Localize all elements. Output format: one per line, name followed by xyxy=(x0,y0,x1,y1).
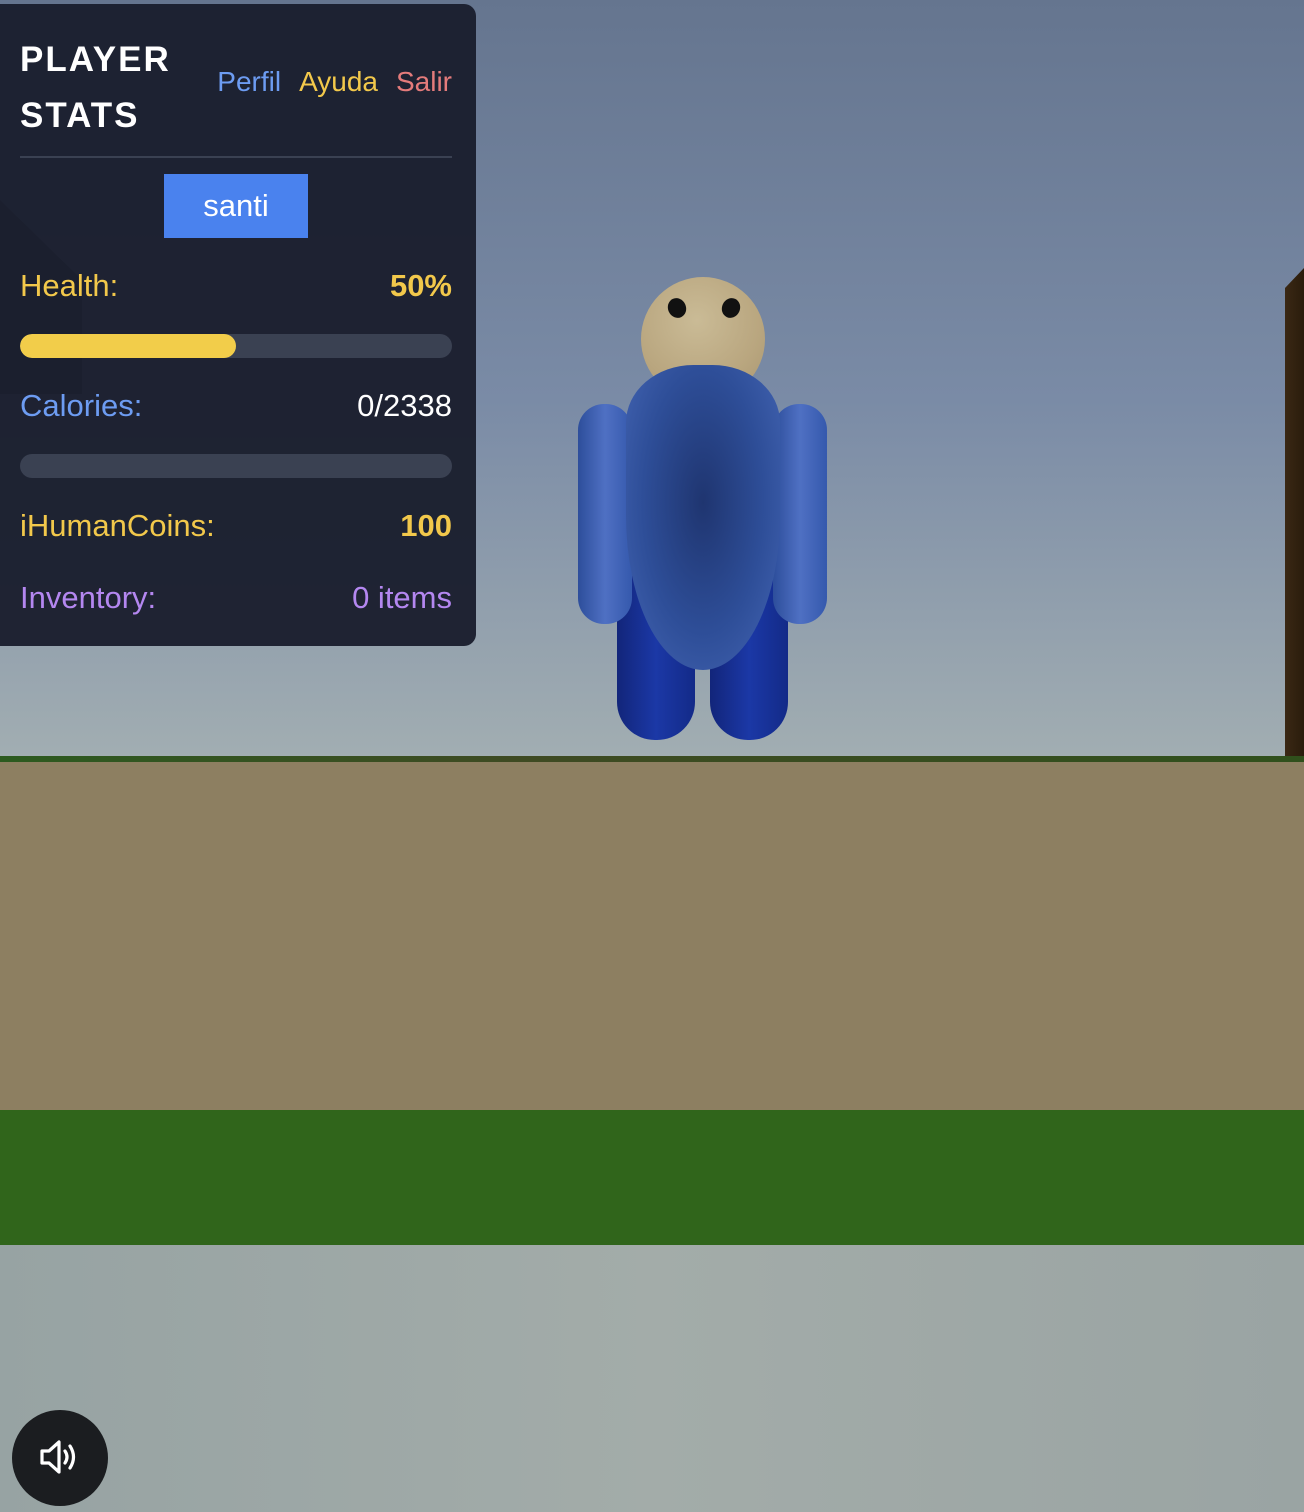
health-bar-fill xyxy=(20,334,236,358)
sound-toggle-button[interactable] xyxy=(12,1410,108,1506)
health-label: Health: xyxy=(20,268,119,303)
coins-row: iHumanCoins: 100 xyxy=(20,506,452,546)
calories-label: Calories: xyxy=(20,388,143,423)
panel-divider xyxy=(20,156,452,158)
health-value: 50% xyxy=(389,268,452,303)
character-torso xyxy=(626,365,780,670)
character-left-arm xyxy=(578,404,632,624)
inventory-label: Inventory: xyxy=(20,580,157,615)
calories-bar xyxy=(20,454,452,478)
calories-row: Calories: 0/2338 xyxy=(20,386,452,426)
nav-link-salir[interactable]: Salir xyxy=(396,66,452,98)
coins-value: 100 xyxy=(400,508,452,543)
coins-label: iHumanCoins: xyxy=(20,508,215,543)
calories-value: 0/2338 xyxy=(357,388,452,423)
inventory-row: Inventory: 0 items xyxy=(20,578,452,618)
panel-title: PLAYER STATS xyxy=(20,40,171,135)
speaker-volume-icon xyxy=(38,1437,82,1480)
nav-link-ayuda[interactable]: Ayuda xyxy=(299,66,378,98)
panel-nav: Perfil Ayuda Salir xyxy=(217,66,452,98)
health-bar xyxy=(20,334,452,358)
player-stats-panel: PLAYER STATS Perfil Ayuda Salir santi He… xyxy=(0,4,476,646)
username-button[interactable]: santi xyxy=(164,174,308,238)
character-right-arm xyxy=(773,404,827,624)
nav-link-perfil[interactable]: Perfil xyxy=(217,66,281,98)
inventory-value: 0 items xyxy=(352,580,452,615)
health-row: Health: 50% xyxy=(20,266,452,306)
